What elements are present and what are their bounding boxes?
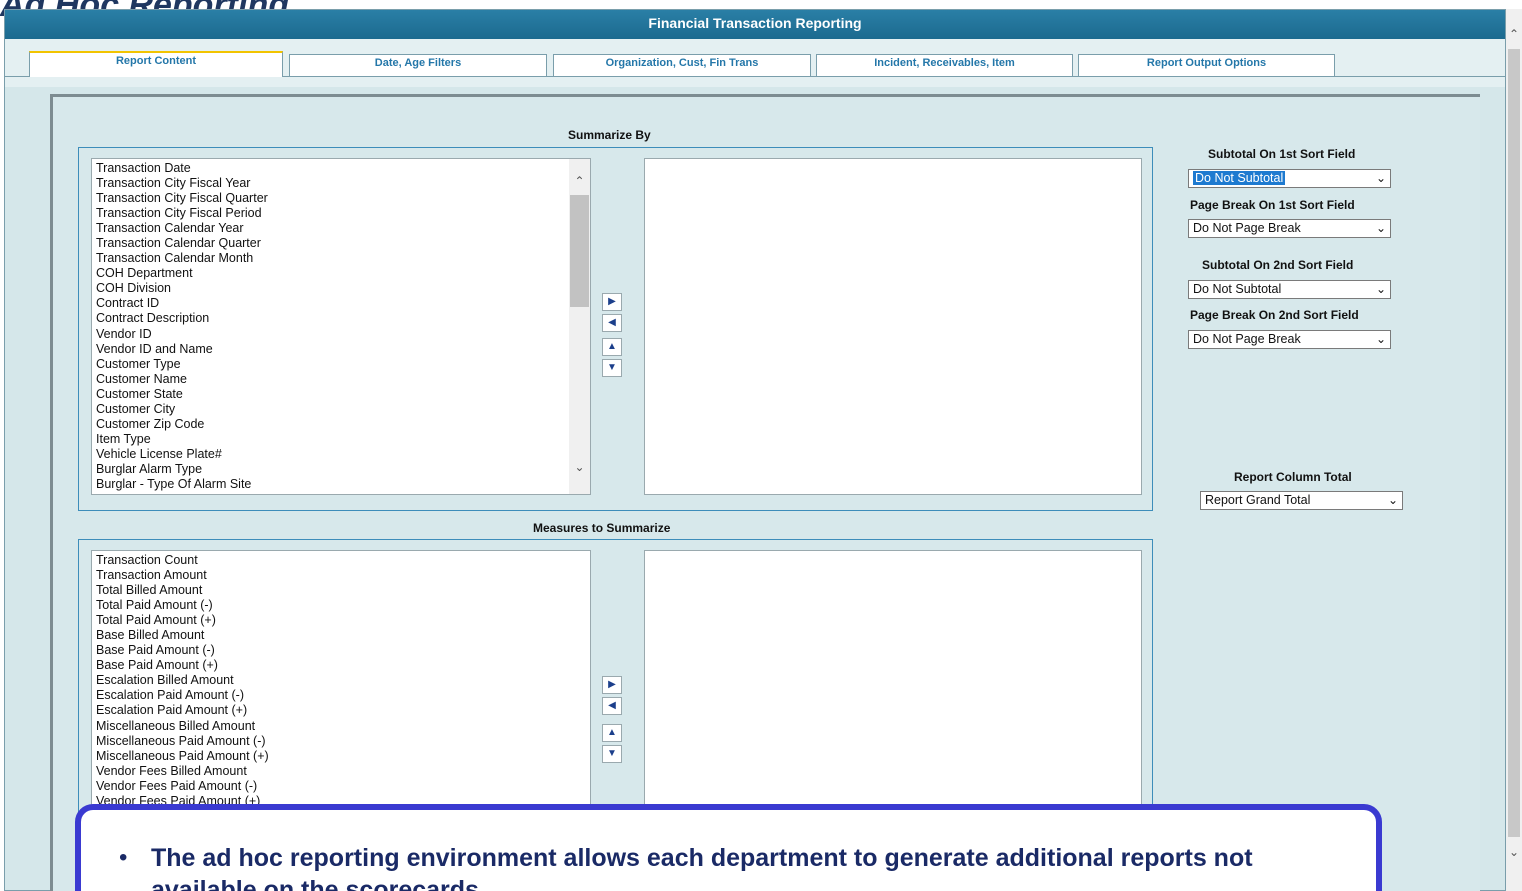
scroll-up-icon[interactable]: ⌃ — [572, 175, 587, 187]
list-item[interactable]: COH Division — [96, 281, 590, 296]
measures-move-down-button[interactable]: ▼ — [602, 745, 622, 763]
pagebreak-2-value: Do Not Page Break — [1193, 332, 1301, 346]
summarize-by-available-list[interactable]: Transaction Date Transaction City Fiscal … — [91, 158, 591, 495]
list-item[interactable]: Vendor ID — [96, 327, 590, 342]
list-item[interactable]: Transaction City Fiscal Quarter — [96, 191, 590, 206]
arrow-right-icon: ▶ — [608, 296, 616, 307]
chevron-down-icon: ⌄ — [1375, 332, 1386, 346]
list-item[interactable]: Customer Name — [96, 372, 590, 387]
list-item[interactable]: Customer Zip Code — [96, 417, 590, 432]
pagebreak-1-value: Do Not Page Break — [1193, 221, 1301, 235]
list-item[interactable]: Miscellaneous Paid Amount (-) — [96, 734, 590, 749]
list-item[interactable]: Transaction Amount — [96, 568, 590, 583]
scroll-down-icon[interactable]: ⌄ — [1507, 845, 1521, 859]
list-item[interactable]: Transaction Count — [96, 553, 590, 568]
arrow-left-icon: ◀ — [608, 700, 616, 711]
list-item[interactable]: Transaction City Fiscal Period — [96, 206, 590, 221]
report-window: Financial Transaction Reporting Report C… — [4, 9, 1506, 891]
pagebreak-1-select[interactable]: Do Not Page Break ⌄ — [1188, 219, 1391, 238]
list-item[interactable]: Transaction Calendar Year — [96, 221, 590, 236]
tab-date-age-filters[interactable]: Date, Age Filters — [289, 54, 547, 76]
list-item[interactable]: Burglar Alarm Type — [96, 462, 590, 477]
measures-move-left-button[interactable]: ◀ — [602, 697, 622, 715]
column-total-select[interactable]: Report Grand Total ⌄ — [1200, 491, 1403, 510]
list-item[interactable]: Customer City — [96, 402, 590, 417]
list-item[interactable]: Item Type — [96, 432, 590, 447]
measures-move-up-button[interactable]: ▲ — [602, 724, 622, 742]
page-scroll-thumb[interactable] — [1508, 49, 1520, 837]
list-item[interactable]: Transaction City Fiscal Year — [96, 176, 590, 191]
subtotal-2-label: Subtotal On 2nd Sort Field — [1202, 258, 1354, 272]
list-item[interactable]: Burglar - Type Of Alarm Site — [96, 477, 590, 492]
window-title: Financial Transaction Reporting — [5, 10, 1505, 39]
bullet-icon: • — [119, 844, 128, 871]
list-item[interactable]: Escalation Paid Amount (-) — [96, 688, 590, 703]
list-item[interactable]: Miscellaneous Paid Amount (+) — [96, 749, 590, 764]
list-item[interactable]: Customer Type — [96, 357, 590, 372]
tab-report-content[interactable]: Report Content — [29, 51, 283, 77]
list-item[interactable]: Transaction Date — [96, 161, 590, 176]
column-total-label: Report Column Total — [1234, 470, 1352, 484]
list-item[interactable]: Contract ID — [96, 296, 590, 311]
list-item[interactable]: Base Paid Amount (+) — [96, 658, 590, 673]
tab-organization-cust-fin-trans[interactable]: Organization, Cust, Fin Trans — [553, 54, 811, 76]
move-down-button[interactable]: ▼ — [602, 359, 622, 377]
list-item[interactable]: Transaction Calendar Month — [96, 251, 590, 266]
arrow-up-icon: ▲ — [607, 727, 617, 738]
chevron-down-icon: ⌄ — [1375, 282, 1386, 296]
list-item[interactable]: Vendor ID and Name — [96, 342, 590, 357]
summarize-by-scrollbar[interactable]: ⌃ ⌄ — [569, 159, 590, 494]
list-item[interactable]: Total Paid Amount (+) — [96, 613, 590, 628]
scroll-up-icon[interactable]: ⌃ — [1507, 27, 1521, 41]
list-item[interactable]: Escalation Paid Amount (+) — [96, 703, 590, 718]
list-item[interactable]: Vendor Fees Paid Amount (-) — [96, 779, 590, 794]
move-right-button[interactable]: ▶ — [602, 293, 622, 311]
chevron-down-icon: ⌄ — [1375, 171, 1386, 185]
subtotal-2-value: Do Not Subtotal — [1193, 282, 1282, 296]
callout-text: The ad hoc reporting environment allows … — [151, 844, 1253, 891]
summarize-by-pane: Transaction Date Transaction City Fiscal … — [78, 147, 1153, 511]
summarize-by-selected-list[interactable] — [644, 158, 1142, 495]
list-item[interactable]: Total Billed Amount — [96, 583, 590, 598]
list-item[interactable]: COH Department — [96, 266, 590, 281]
measures-heading: Measures to Summarize — [533, 521, 671, 535]
list-item[interactable]: Base Paid Amount (-) — [96, 643, 590, 658]
subtotal-1-value: Do Not Subtotal — [1193, 171, 1286, 185]
list-item[interactable]: Contract Description — [96, 311, 590, 326]
chevron-down-icon: ⌄ — [1387, 493, 1398, 507]
tab-report-output-options[interactable]: Report Output Options — [1078, 54, 1335, 76]
arrow-left-icon: ◀ — [608, 317, 616, 328]
arrow-down-icon: ▼ — [607, 362, 617, 373]
page-scrollbar[interactable]: ⌃ ⌄ — [1506, 9, 1522, 891]
list-item[interactable]: Vendor Fees Billed Amount — [96, 764, 590, 779]
summarize-by-heading: Summarize By — [568, 128, 651, 142]
list-item[interactable]: Miscellaneous Billed Amount — [96, 719, 590, 734]
measures-move-right-button[interactable]: ▶ — [602, 676, 622, 694]
callout-box: • The ad hoc reporting environment allow… — [75, 804, 1382, 891]
subtotal-2-select[interactable]: Do Not Subtotal ⌄ — [1188, 280, 1391, 299]
tab-strip: Report Content Date, Age Filters Organiz… — [5, 39, 1505, 87]
move-left-button[interactable]: ◀ — [602, 314, 622, 332]
pagebreak-2-select[interactable]: Do Not Page Break ⌄ — [1188, 330, 1391, 349]
list-item[interactable]: Customer State — [96, 387, 590, 402]
subtotal-1-select[interactable]: Do Not Subtotal ⌄ — [1188, 169, 1391, 188]
list-item[interactable]: Vehicle License Plate# — [96, 447, 590, 462]
tab-incident-receivables-item[interactable]: Incident, Receivables, Item — [816, 54, 1073, 76]
chevron-down-icon: ⌄ — [1375, 221, 1386, 235]
report-content-panel: Summarize By Transaction Date Transaction… — [50, 94, 1480, 891]
column-total-value: Report Grand Total — [1205, 493, 1311, 507]
list-item[interactable]: Base Billed Amount — [96, 628, 590, 643]
pagebreak-1-label: Page Break On 1st Sort Field — [1190, 198, 1355, 212]
scroll-down-icon[interactable]: ⌄ — [572, 461, 587, 473]
list-item[interactable]: Total Paid Amount (-) — [96, 598, 590, 613]
pagebreak-2-label: Page Break On 2nd Sort Field — [1190, 308, 1359, 322]
list-item[interactable]: Transaction Calendar Quarter — [96, 236, 590, 251]
arrow-up-icon: ▲ — [607, 341, 617, 352]
subtotal-1-label: Subtotal On 1st Sort Field — [1208, 147, 1356, 161]
arrow-down-icon: ▼ — [607, 748, 617, 759]
move-up-button[interactable]: ▲ — [602, 338, 622, 356]
list-item[interactable]: Escalation Billed Amount — [96, 673, 590, 688]
scroll-thumb[interactable] — [570, 195, 589, 307]
arrow-right-icon: ▶ — [608, 679, 616, 690]
